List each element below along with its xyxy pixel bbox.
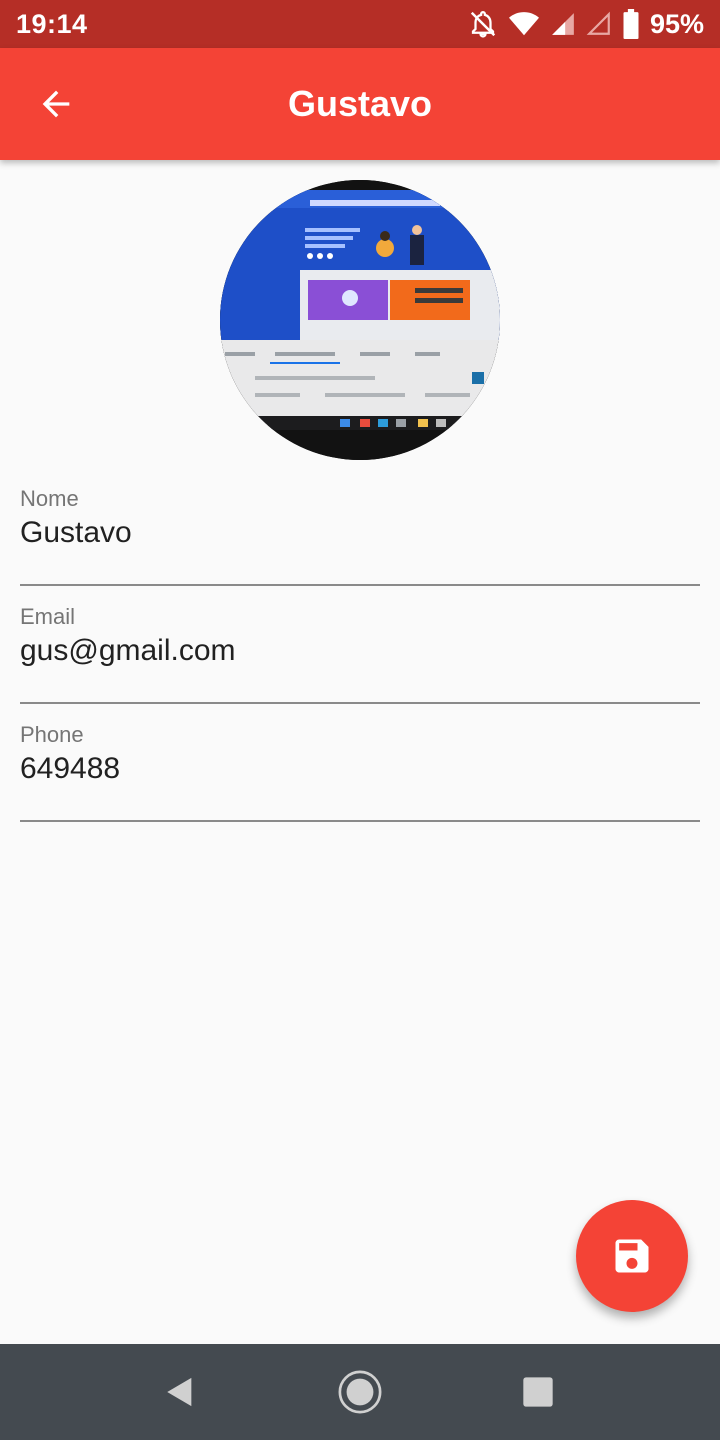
status-bar: 19:14 95%	[0, 0, 720, 48]
nav-home-button[interactable]	[336, 1368, 384, 1416]
phone-label: Phone	[20, 722, 84, 747]
app-bar: Gustavo	[0, 48, 720, 160]
signal-icon	[552, 13, 574, 35]
page-title: Gustavo	[287, 83, 433, 124]
contact-avatar[interactable]	[220, 180, 500, 460]
nav-back-button[interactable]	[156, 1368, 204, 1416]
battery-icon	[623, 9, 639, 39]
nav-back-icon	[167, 1377, 192, 1407]
contact-photo	[220, 180, 500, 460]
nav-home-icon	[338, 1370, 382, 1414]
nav-recents-icon	[523, 1377, 553, 1407]
email-label: Email	[20, 604, 76, 629]
navigation-bar	[0, 1344, 720, 1440]
save-icon	[615, 1239, 649, 1273]
status-icons: 95%	[468, 9, 704, 40]
email-field: Email	[20, 604, 700, 704]
nav-recents-button[interactable]	[514, 1368, 562, 1416]
status-time: 19:14	[16, 8, 88, 39]
name-label: Nome	[20, 486, 79, 511]
phone-input[interactable]	[20, 752, 700, 786]
battery-percent: 95%	[649, 8, 704, 39]
save-button[interactable]	[576, 1200, 688, 1312]
signal-empty-icon	[586, 11, 610, 35]
name-field: Nome	[20, 486, 700, 586]
email-input[interactable]	[20, 634, 700, 668]
notifications-off-icon	[470, 10, 496, 38]
arrow-back-icon	[42, 90, 70, 118]
name-input[interactable]	[20, 516, 700, 550]
phone-field: Phone	[20, 722, 700, 822]
wifi-icon	[508, 12, 539, 36]
back-button[interactable]	[28, 76, 84, 132]
